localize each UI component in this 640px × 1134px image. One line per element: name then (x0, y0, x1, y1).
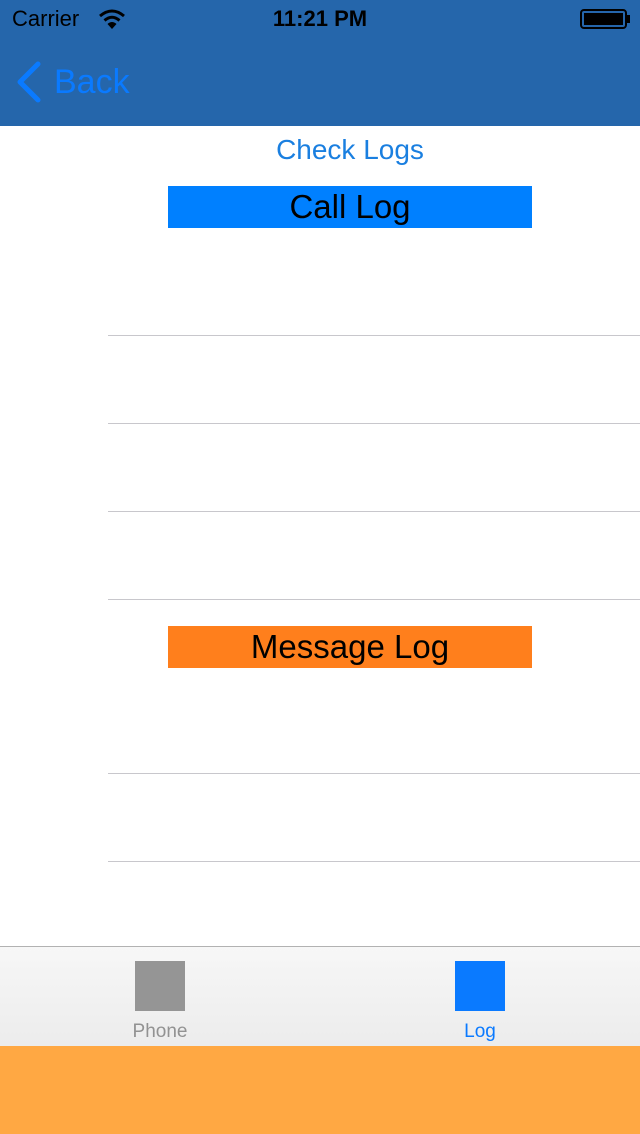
tab-label-phone: Phone (132, 1021, 188, 1042)
chevron-left-icon (17, 61, 41, 103)
call-log-row-separator (108, 511, 640, 512)
status-bar: Carrier 11:21 PM (0, 0, 640, 40)
message-log-row-separator (108, 861, 640, 862)
log-tab-icon (455, 961, 505, 1011)
tab-bar: Phone Log (0, 946, 640, 1046)
tab-label-log: Log (464, 1021, 496, 1042)
message-log-header: Message Log (168, 626, 532, 668)
phone-tab-icon (135, 961, 185, 1011)
check-logs-button[interactable]: Check Logs (0, 134, 640, 166)
tab-log[interactable]: Log (320, 947, 640, 1046)
app-screen: Carrier 11:21 PM Back Check Logs Call Lo… (0, 0, 640, 1134)
call-log-row-separator (108, 335, 640, 336)
bottom-strip (0, 1046, 640, 1134)
call-log-row-separator (108, 599, 640, 600)
navigation-header: Carrier 11:21 PM Back (0, 0, 640, 126)
back-label: Back (54, 62, 130, 101)
call-log-header: Call Log (168, 186, 532, 228)
back-button[interactable]: Back (14, 58, 130, 106)
status-time: 11:21 PM (272, 6, 368, 31)
battery-icon (580, 9, 630, 29)
tab-phone[interactable]: Phone (0, 947, 320, 1046)
call-log-row-separator (108, 423, 640, 424)
message-log-row-separator (108, 773, 640, 774)
